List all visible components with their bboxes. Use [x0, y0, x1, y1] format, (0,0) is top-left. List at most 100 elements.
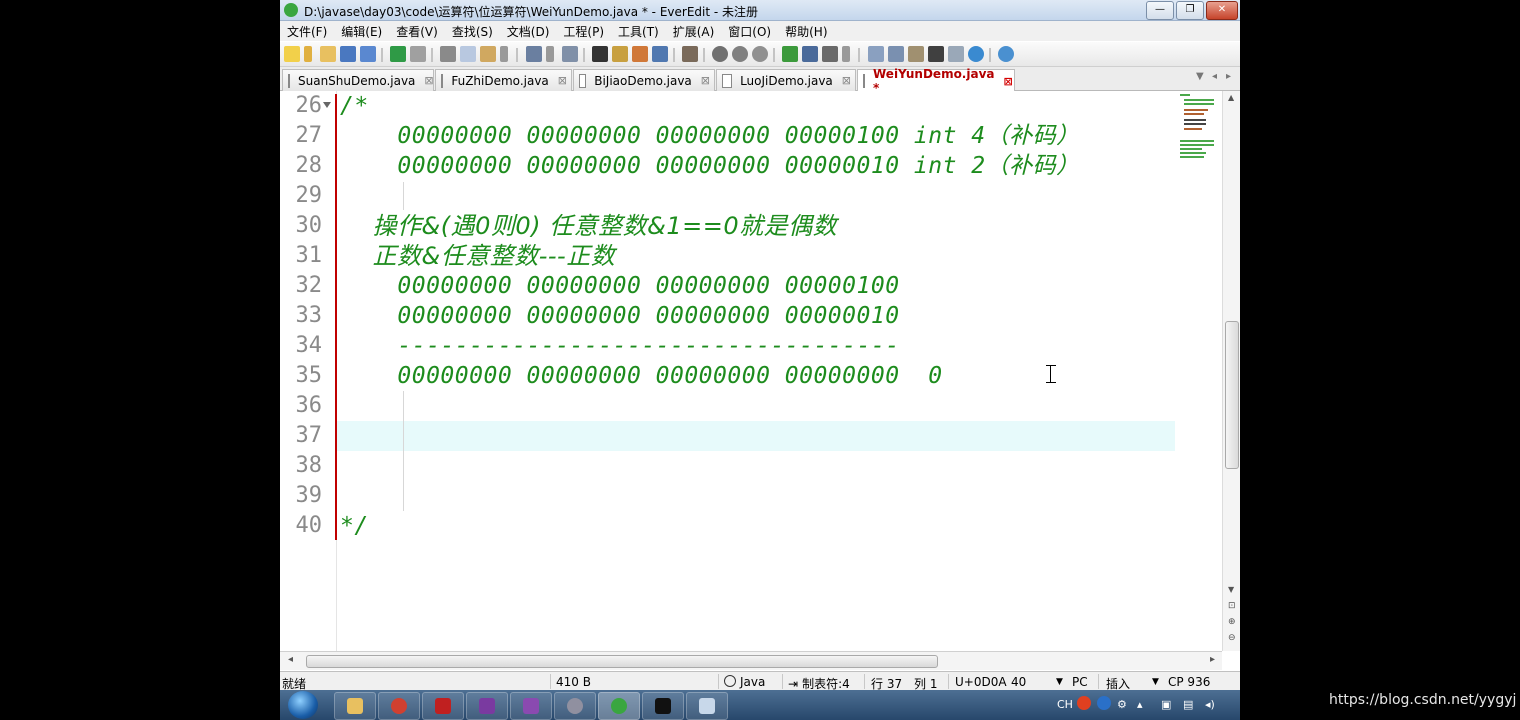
undo-icon[interactable]	[390, 46, 406, 62]
redo-icon[interactable]	[410, 46, 426, 62]
tab-close-icon[interactable]: ⊠	[558, 74, 567, 87]
code-minimap[interactable]	[1178, 92, 1218, 162]
explorer-icon[interactable]	[888, 46, 904, 62]
column-mode-icon[interactable]	[682, 46, 698, 62]
tab-suanshudemo[interactable]: SuanShuDemo.java ⊠	[282, 69, 434, 91]
replace-icon[interactable]	[652, 46, 668, 62]
taskbar-notes-app[interactable]	[510, 692, 552, 720]
open-folder-icon[interactable]	[320, 46, 336, 62]
minimize-button[interactable]: —	[1146, 1, 1174, 20]
tab-luojidemo[interactable]: LuoJiDemo.java ⊠	[716, 69, 856, 91]
scroll-down-icon[interactable]: ▼	[1228, 585, 1234, 594]
title-bar[interactable]: D:\javase\day03\code\运算符\位运算符\WeiYunDemo…	[280, 0, 1240, 21]
tab-close-icon[interactable]: ⊠	[1004, 75, 1013, 88]
run-icon[interactable]	[782, 46, 798, 62]
menu-document[interactable]: 文档(D)	[500, 23, 557, 40]
tools-dropdown-icon[interactable]	[842, 46, 850, 62]
browser-icon[interactable]	[968, 46, 984, 62]
horizontal-scrollbar[interactable]: ◂ ▸	[280, 651, 1222, 670]
taskbar-everedit[interactable]	[598, 692, 640, 720]
tab-bijiaodemo[interactable]: BiJiaoDemo.java ⊠	[573, 69, 715, 91]
maximize-button[interactable]: ❐	[1176, 1, 1204, 20]
menu-help[interactable]: 帮助(H)	[778, 23, 834, 40]
tray-chevron-icon[interactable]: ▴	[1137, 698, 1143, 711]
status-language[interactable]: Java	[724, 675, 765, 689]
start-button[interactable]	[288, 691, 318, 719]
tray-volume-icon[interactable]: ◂)	[1205, 698, 1215, 711]
menu-project[interactable]: 工程(P)	[556, 23, 611, 40]
paste-dropdown-icon[interactable]	[500, 46, 508, 62]
find-edit-icon[interactable]	[612, 46, 628, 62]
status-row: 行 37	[871, 677, 903, 690]
taskbar-cmd[interactable]	[642, 692, 684, 720]
tray-language[interactable]: CH	[1057, 698, 1073, 711]
find-icon[interactable]	[592, 46, 608, 62]
status-codepage[interactable]: CP 936	[1168, 675, 1210, 689]
scroll-left-icon[interactable]: ◂	[288, 654, 293, 665]
status-line-ending[interactable]: PC	[1072, 675, 1088, 689]
macro-repeat-icon[interactable]	[752, 46, 768, 62]
format-dropdown-icon[interactable]	[546, 46, 554, 62]
sogou-input-icon[interactable]	[1077, 696, 1091, 710]
tab-scroll-right-icon[interactable]: ▸	[1226, 71, 1231, 82]
tab-list-dropdown-icon[interactable]: ▼	[1196, 71, 1204, 82]
macro-record-icon[interactable]	[712, 46, 728, 62]
tab-close-icon[interactable]: ⊠	[424, 74, 433, 87]
vertical-scroll-thumb[interactable]	[1225, 321, 1239, 469]
tab-weiyundemo[interactable]: WeiYunDemo.java * ⊠	[857, 67, 1015, 95]
console-icon[interactable]	[928, 46, 944, 62]
wrap-icon[interactable]	[562, 46, 578, 62]
tab-scroll-left-icon[interactable]: ◂	[1212, 71, 1217, 82]
tray-help-icon[interactable]	[1097, 696, 1111, 710]
zoom-in-icon[interactable]: ⊕	[1228, 617, 1236, 627]
split-view-icon[interactable]: ⊡	[1228, 601, 1236, 611]
format-icon[interactable]	[526, 46, 542, 62]
line-ending-dropdown-icon[interactable]: ▼	[1056, 677, 1063, 687]
vertical-scrollbar[interactable]: ▲ ▼ ⊡ ⊕ ⊖	[1222, 91, 1240, 651]
find-in-files-icon[interactable]	[632, 46, 648, 62]
new-file-icon[interactable]	[284, 46, 300, 62]
tab-close-icon[interactable]: ⊠	[701, 74, 710, 87]
tray-device-icon[interactable]: ▤	[1183, 698, 1193, 711]
menu-window[interactable]: 窗口(O)	[721, 23, 778, 40]
codepage-dropdown-icon[interactable]: ▼	[1152, 677, 1159, 687]
taskbar-notepad[interactable]	[686, 692, 728, 720]
taskbar-chrome[interactable]	[378, 692, 420, 720]
menu-extensions[interactable]: 扩展(A)	[666, 23, 722, 40]
menu-edit[interactable]: 编辑(E)	[334, 23, 389, 40]
macro-play-icon[interactable]	[732, 46, 748, 62]
status-tab-setting[interactable]: ⇥ 制表符:4	[788, 675, 850, 690]
tab-close-icon[interactable]: ⊠	[842, 74, 851, 87]
save-icon[interactable]	[340, 46, 356, 62]
fold-toggle-icon[interactable]	[323, 102, 331, 108]
new-dropdown-icon[interactable]	[304, 46, 312, 62]
code-editor[interactable]: 26 27 28 29 30 31 32 33 34 35 36 37 38 3…	[280, 91, 1240, 651]
grid-icon[interactable]	[948, 46, 964, 62]
clipboard-icon[interactable]	[908, 46, 924, 62]
outline-icon[interactable]	[868, 46, 884, 62]
scroll-up-icon[interactable]: ▲	[1228, 93, 1234, 102]
taskbar-tool[interactable]	[554, 692, 596, 720]
scroll-right-icon[interactable]: ▸	[1210, 654, 1215, 665]
tray-network-icon[interactable]: ▣	[1161, 698, 1171, 711]
horizontal-scroll-thumb[interactable]	[306, 655, 938, 668]
taskbar-onenote[interactable]	[466, 692, 508, 720]
taskbar-screen-recorder[interactable]	[422, 692, 464, 720]
tools-hammer-icon[interactable]	[822, 46, 838, 62]
status-insert-mode[interactable]: 插入	[1106, 675, 1130, 690]
close-button[interactable]: ✕	[1206, 1, 1238, 20]
help-icon[interactable]	[998, 46, 1014, 62]
paste-icon[interactable]	[480, 46, 496, 62]
menu-view[interactable]: 查看(V)	[389, 23, 445, 40]
tray-settings-icon[interactable]: ⚙	[1117, 698, 1127, 711]
cut-icon[interactable]	[440, 46, 456, 62]
menu-tools[interactable]: 工具(T)	[611, 23, 666, 40]
output-window-icon[interactable]	[802, 46, 818, 62]
menu-file[interactable]: 文件(F)	[280, 23, 334, 40]
zoom-out-icon[interactable]: ⊖	[1228, 633, 1236, 643]
save-all-icon[interactable]	[360, 46, 376, 62]
copy-icon[interactable]	[460, 46, 476, 62]
tab-fuzhidemo[interactable]: FuZhiDemo.java ⊠	[435, 69, 572, 91]
menu-search[interactable]: 查找(S)	[445, 23, 500, 40]
taskbar-explorer[interactable]	[334, 692, 376, 720]
